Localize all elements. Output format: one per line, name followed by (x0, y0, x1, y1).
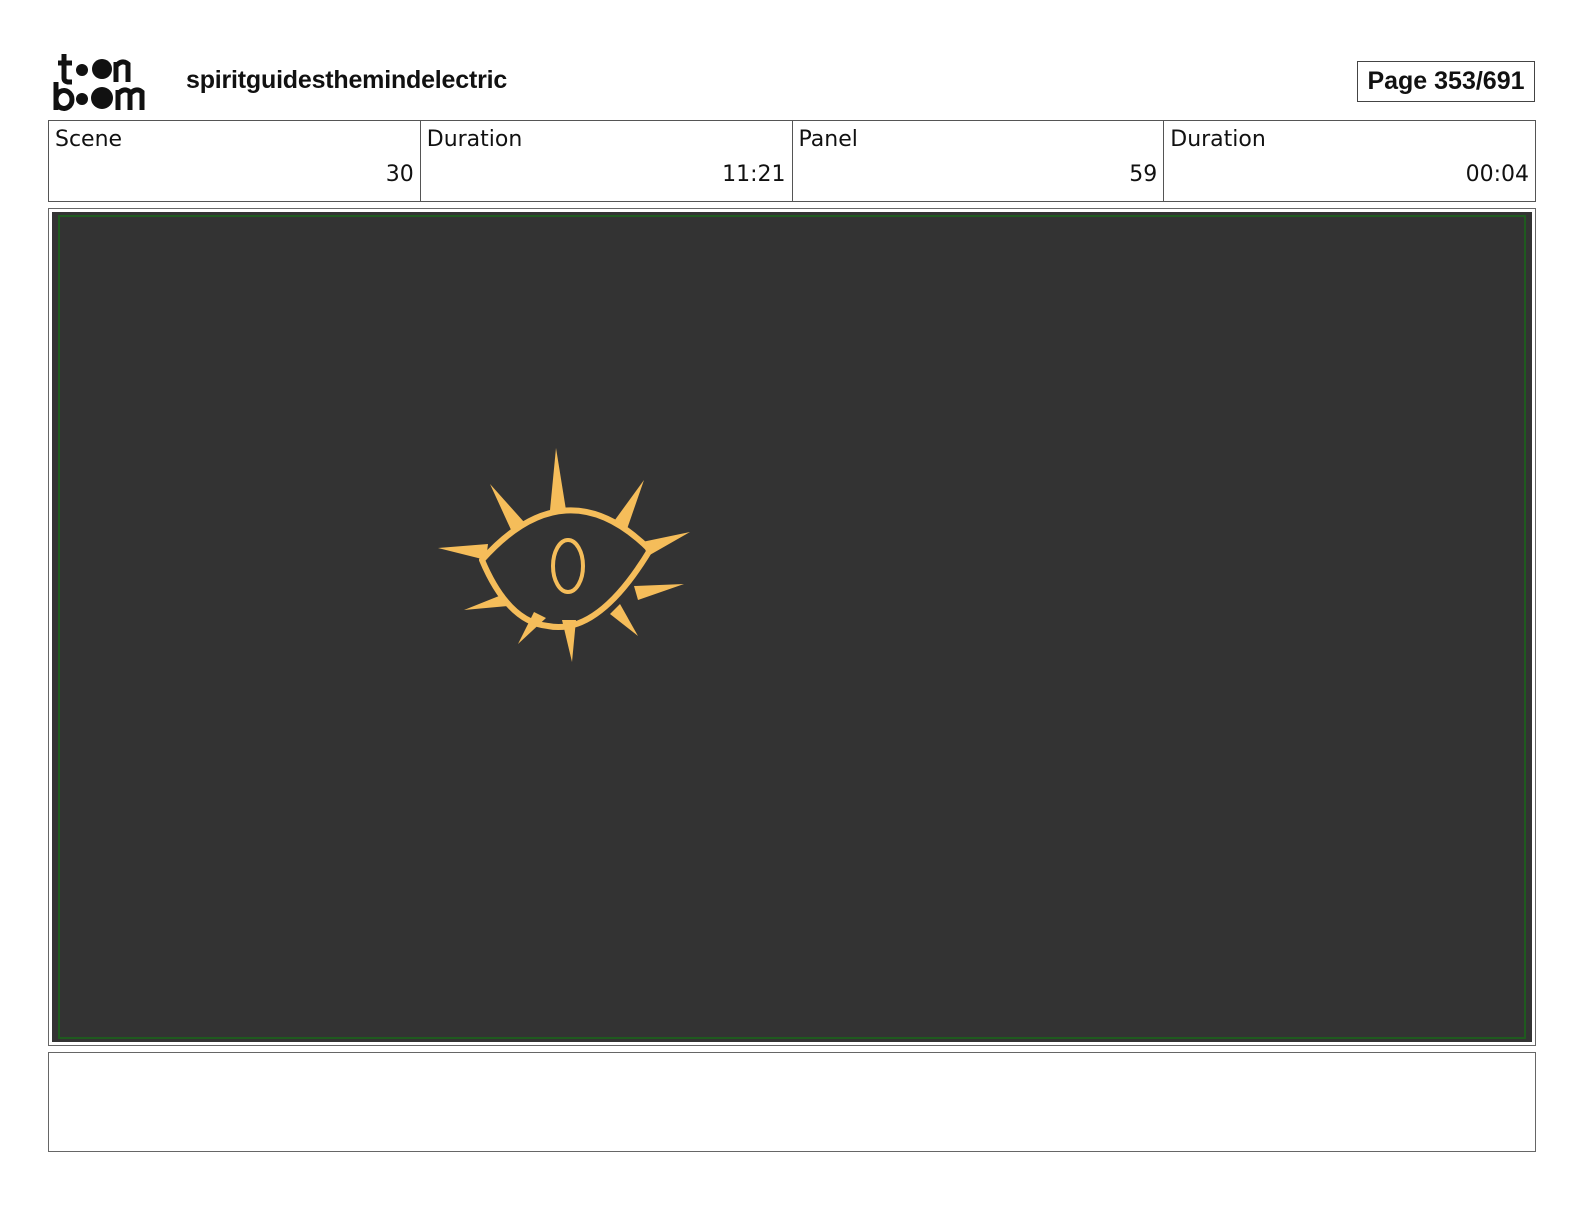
panel-value: 59 (1129, 162, 1158, 187)
toon-boom-logo (52, 52, 162, 112)
scene-duration-label: Duration (426, 127, 523, 152)
scene-duration-value: 11:21 (722, 162, 786, 187)
eye-with-rays-icon (438, 448, 690, 662)
notes-box (48, 1052, 1536, 1152)
safe-frame (58, 215, 1526, 1039)
scene-info-table: Scene 30 Duration 11:21 Panel 59 Duratio… (48, 120, 1536, 202)
storyboard-panel (48, 208, 1536, 1046)
panel-duration-cell: Duration 00:04 (1164, 121, 1535, 201)
scene-cell: Scene 30 (49, 121, 421, 201)
scene-label: Scene (55, 127, 123, 152)
panel-duration-label: Duration (1170, 127, 1266, 152)
panel-image (52, 212, 1532, 1042)
page-number: Page 353/691 (1357, 61, 1535, 102)
panel-cell: Panel 59 (793, 121, 1165, 201)
toon-boom-logo-icon (53, 54, 145, 111)
scene-duration-cell: Duration 11:21 (421, 121, 793, 201)
panel-label: Panel (798, 127, 858, 152)
project-title: spiritguidesthemindelectric (186, 66, 508, 94)
scene-value: 30 (385, 162, 414, 187)
panel-duration-value: 00:04 (1465, 162, 1529, 187)
